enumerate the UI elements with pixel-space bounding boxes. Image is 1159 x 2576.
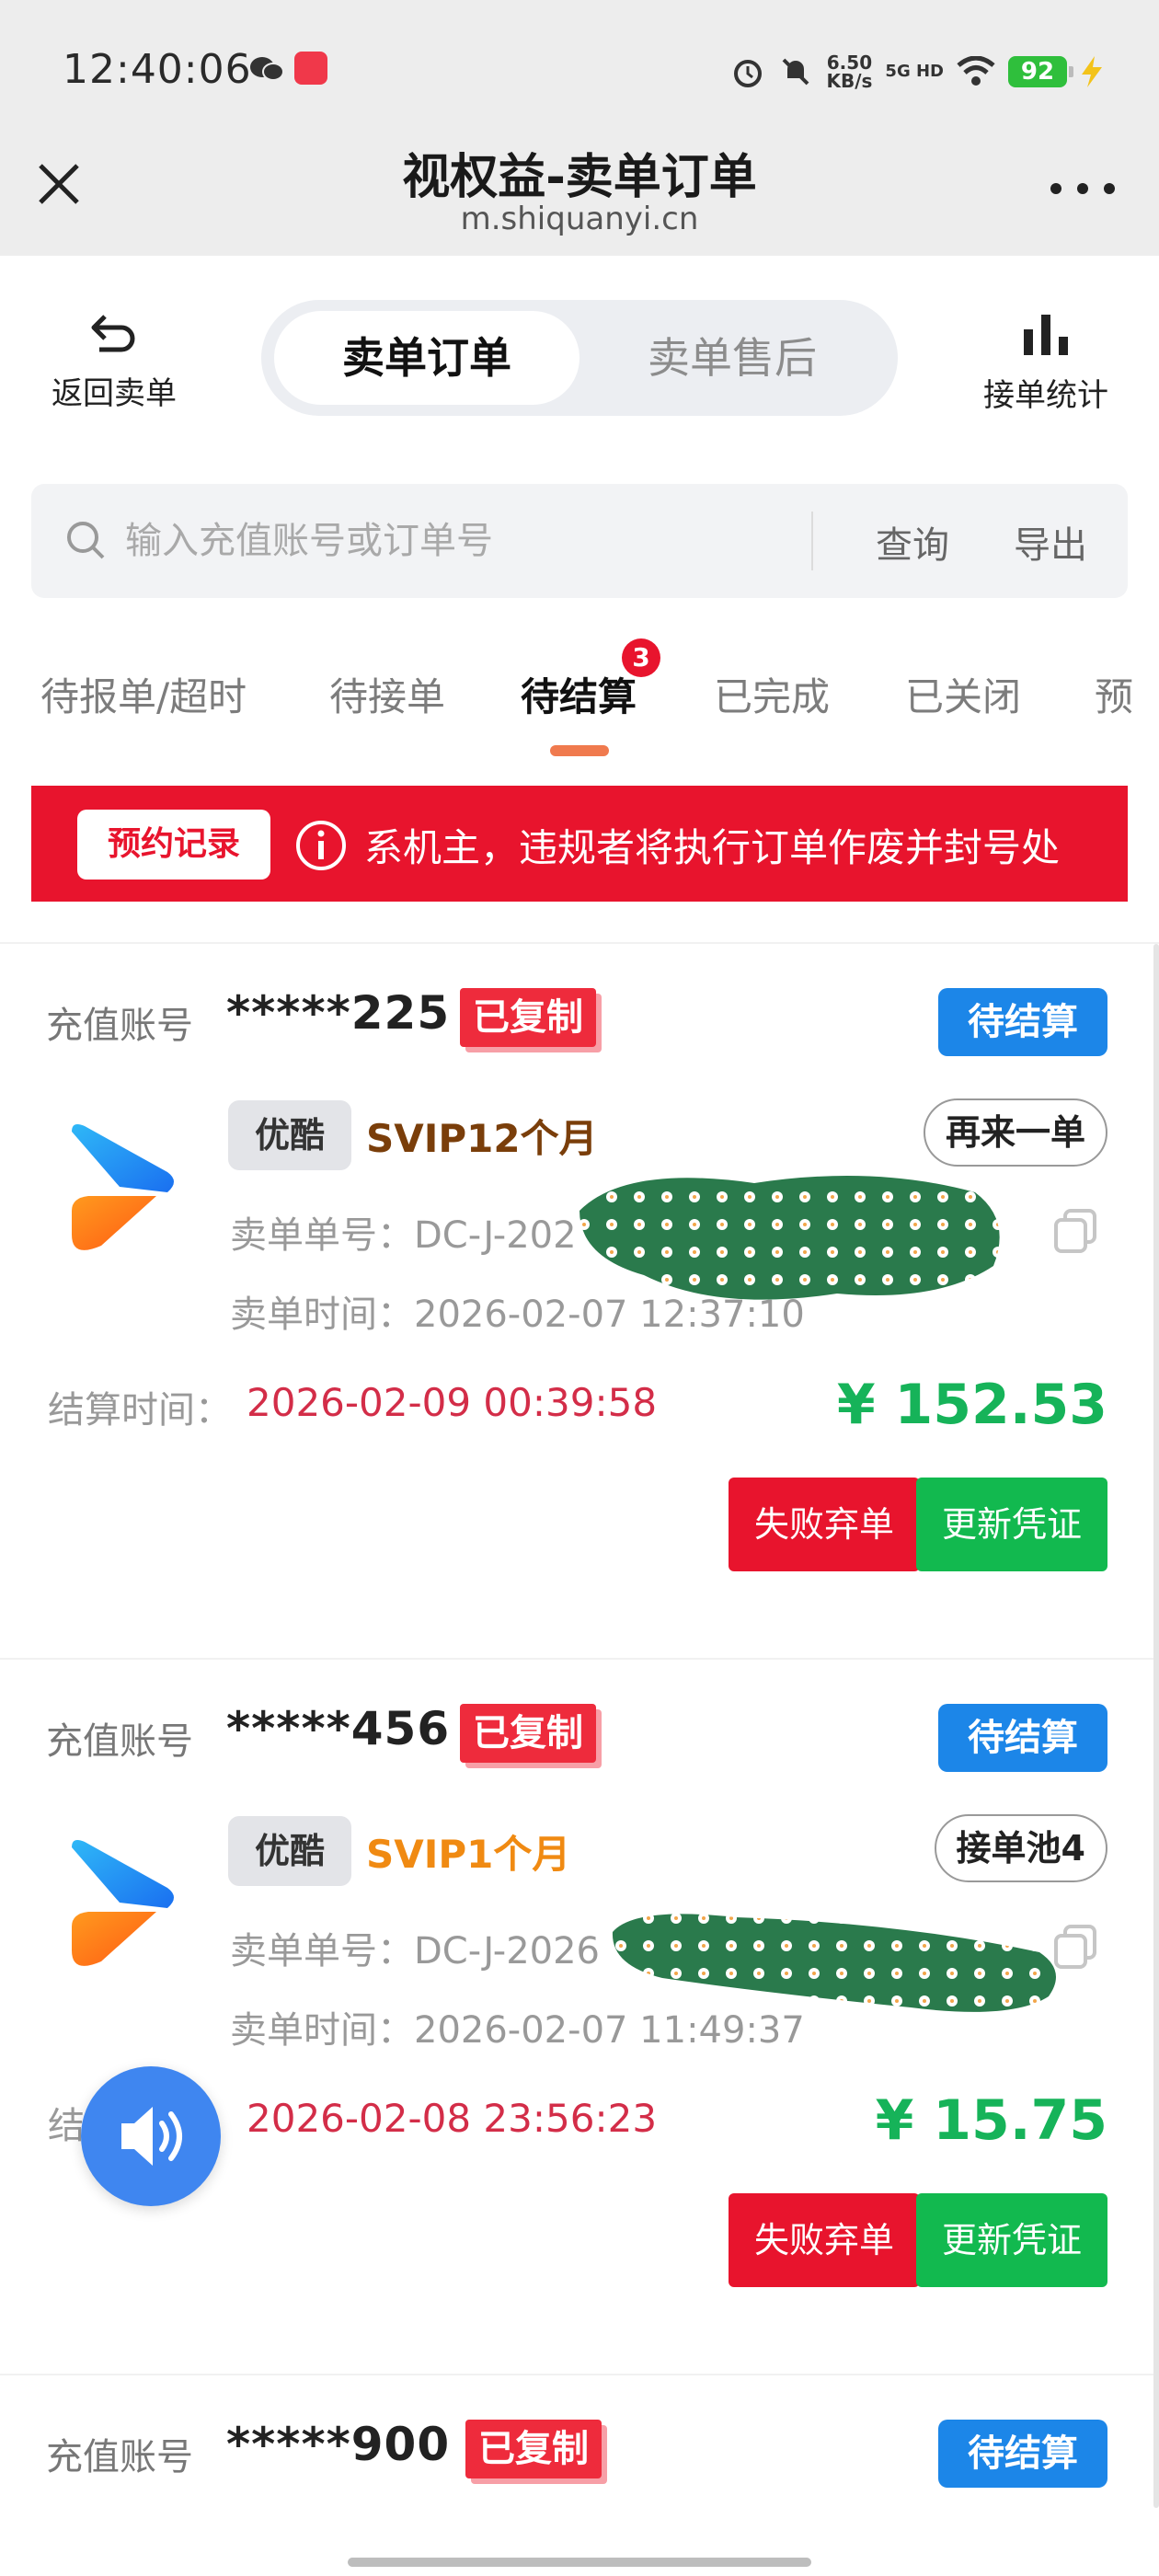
tab-pending-accept[interactable]: 待接单 (329, 666, 445, 722)
status-badge: 待结算 (938, 2420, 1107, 2488)
privacy-mask (612, 1914, 1056, 2012)
page-title: 视权益-卖单订单 (402, 150, 757, 205)
tab-sell-aftersale[interactable]: 卖单售后 (580, 311, 885, 405)
undo-icon (91, 315, 135, 352)
charging-icon (1082, 56, 1102, 87)
tab-closed[interactable]: 已关闭 (905, 666, 1021, 722)
reservation-record-button[interactable]: 预约记录 (77, 810, 270, 880)
search-icon (67, 522, 105, 559)
copied-stamp: 已复制 (465, 2420, 602, 2478)
product-name: SVIP1个月 (366, 1832, 571, 1877)
order-price: ¥ 152.53 (836, 1373, 1107, 1437)
battery-indicator: 92 (1008, 56, 1073, 87)
settle-time: 2026-02-09 00:39:58 (247, 1380, 658, 1425)
order-status-tabs: 待报单/超时 待接单 待结算 3 已完成 已关闭 预 (0, 635, 1159, 764)
copied-stamp: 已复制 (460, 988, 596, 1047)
page-url: m.shiquanyi.cn (460, 201, 699, 237)
tab-pending-report[interactable]: 待报单/超时 (40, 666, 247, 722)
notice-text: 系机主，违规者将执行订单作废并封号处 (364, 825, 1061, 870)
webview-title-bar: 视权益-卖单订单 m.shiquanyi.cn (0, 138, 1159, 256)
order-card: 充值账号 *****225 已复制 待结算 优酷 SVIP12个月 再来一单 卖… (0, 942, 1159, 1658)
account-label: 充值账号 (46, 1720, 193, 1763)
mute-icon (783, 58, 809, 86)
search-divider (811, 512, 813, 570)
export-button[interactable]: 导出 (1014, 515, 1087, 569)
sound-button[interactable] (81, 2066, 221, 2206)
network-type: 5G HD (885, 62, 944, 81)
order-number: 卖单单号：DC-J-202 (230, 1214, 577, 1257)
pending-settle-badge: 3 (622, 638, 660, 677)
system-status-bar: 12:40:06 6.50 KB/s 5G HD 92 (0, 0, 1159, 138)
net-speed-value: 6.50 (826, 52, 873, 74)
header-actions: 返回卖单 卖单订单 卖单售后 接单统计 (0, 256, 1159, 473)
bar-chart-icon (1024, 315, 1068, 355)
notice-banner: 预约记录 系机主，违规者将执行订单作废并封号处 (31, 786, 1128, 902)
account-label: 充值账号 (46, 1005, 193, 1047)
tab-sell-orders[interactable]: 卖单订单 (274, 311, 580, 405)
net-speed-unit: KB/s (826, 70, 873, 92)
order-price: ¥ 15.75 (875, 2088, 1107, 2153)
abandon-order-button[interactable]: 失败弃单 (729, 2193, 920, 2287)
alarm-icon (734, 60, 763, 87)
back-label: 返回卖单 (52, 375, 177, 412)
clock: 12:40:06 (63, 46, 252, 93)
back-to-sell-button[interactable]: 返回卖单 (40, 311, 188, 413)
order-number: 卖单单号：DC-J-2026 (230, 1930, 600, 1972)
status-badge: 待结算 (938, 1704, 1107, 1772)
tab-reserved[interactable]: 预 (1095, 666, 1133, 722)
platform-tag: 优酷 (228, 1100, 351, 1170)
abandon-order-button[interactable]: 失败弃单 (729, 1478, 920, 1571)
home-indicator[interactable] (348, 2558, 811, 2567)
app-notification-icon (294, 52, 327, 85)
order-type-segment: 卖单订单 卖单售后 (261, 300, 898, 416)
settle-label: 结算时间： (48, 1389, 232, 1432)
more-icon[interactable] (1050, 175, 1115, 202)
account-value[interactable]: *****456 (226, 1702, 450, 1755)
copy-icon[interactable] (1052, 1207, 1100, 1255)
order-pool-tag[interactable]: 接单池4 (934, 1814, 1107, 1882)
youku-logo (72, 1840, 174, 1966)
search-input[interactable] (123, 512, 786, 570)
status-icons: 6.50 KB/s 5G HD 92 (730, 50, 1104, 94)
order-card: 充值账号 *****456 已复制 待结算 优酷 SVIP1个月 接单池4 卖单… (0, 1658, 1159, 2374)
tab-pending-settle[interactable]: 待结算 (521, 666, 637, 722)
update-proof-button[interactable]: 更新凭证 (916, 1478, 1107, 1571)
order-stats-button[interactable]: 接单统计 (968, 311, 1124, 415)
account-label: 充值账号 (46, 2436, 193, 2478)
settle-time: 2026-02-08 23:56:23 (247, 2096, 658, 2141)
stats-label: 接单统计 (983, 377, 1108, 414)
tab-completed[interactable]: 已完成 (714, 666, 830, 722)
privacy-mask (580, 1176, 1000, 1300)
youku-logo (72, 1124, 174, 1250)
update-proof-button[interactable]: 更新凭证 (916, 2193, 1107, 2287)
account-value[interactable]: *****225 (226, 986, 450, 1040)
query-button[interactable]: 查询 (876, 515, 949, 569)
product-name: SVIP12个月 (366, 1116, 598, 1161)
order-card: 充值账号 *****900 已复制 待结算 (0, 2374, 1159, 2576)
scrollbar[interactable] (1153, 944, 1159, 2508)
status-badge: 待结算 (938, 988, 1107, 1056)
platform-tag: 优酷 (228, 1816, 351, 1886)
active-tab-indicator (550, 745, 609, 756)
speaker-icon (121, 2107, 182, 2166)
wifi-icon (957, 56, 995, 86)
wechat-icon (250, 57, 284, 81)
search-bar: 查询 导出 (31, 484, 1128, 598)
net-speed: 6.50 KB/s (826, 53, 872, 90)
copied-stamp: 已复制 (460, 1704, 596, 1763)
info-icon (296, 821, 346, 870)
account-value[interactable]: *****900 (226, 2418, 450, 2471)
